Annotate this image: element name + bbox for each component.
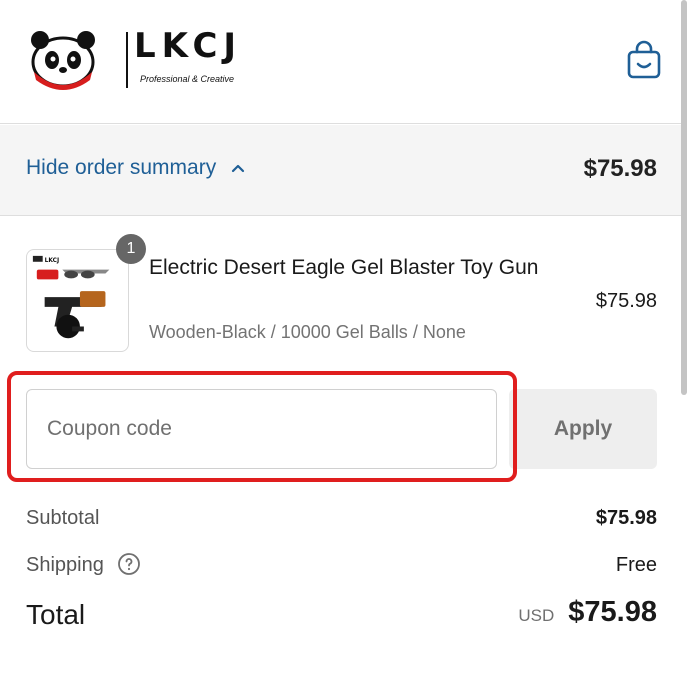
shipping-label: Shipping [26,554,104,576]
chevron-up-icon [232,164,245,173]
brand-logo[interactable]: LKCJ Professional & Creative [28,24,236,94]
hide-order-summary-toggle[interactable]: Hide order summary [26,156,246,180]
apply-coupon-button[interactable]: Apply [509,389,657,469]
shipping-label-row: Shipping [26,552,141,577]
order-summary-bar: Hide order summary $75.98 [0,125,687,216]
currency-code: USD [518,606,555,625]
product-variant: Wooden-Black / 10000 Gel Balls / None [149,322,466,342]
summary-toggle-label: Hide order summary [26,156,217,179]
toy-gun-image-icon: LKCJ [32,255,110,339]
subtotal-label: Subtotal [26,507,100,529]
shopping-bag-icon[interactable] [626,40,662,80]
subtotal-value: $75.98 [595,507,657,529]
coupon-code-input[interactable] [26,389,497,469]
shipping-value: Free [615,554,657,576]
summary-total-price: $75.98 [583,155,657,182]
help-circle-icon[interactable] [117,552,141,576]
coupon-row: Apply [26,389,657,469]
product-thumbnail: LKCJ 1 [26,234,146,352]
quantity-badge: 1 [116,234,146,264]
site-header: LKCJ Professional & Creative [0,0,687,124]
logo-divider [126,32,128,88]
total-value: $75.98 [568,596,657,628]
brand-tagline: Professional & Creative [140,74,235,84]
panda-logo-icon [31,31,95,90]
product-price: $75.98 [595,290,657,312]
order-summary-content: LKCJ 1 Electric Desert Eagle Gel Blaster… [0,216,687,700]
product-name: Electric Desert Eagle Gel Blaster Toy Gu… [149,256,539,279]
brand-name: LKCJ [134,26,243,66]
page-scrollbar[interactable] [681,0,687,395]
svg-text:LKCJ: LKCJ [45,258,60,264]
total-amount: USD $75.98 [518,596,657,629]
total-label: Total [26,599,86,630]
